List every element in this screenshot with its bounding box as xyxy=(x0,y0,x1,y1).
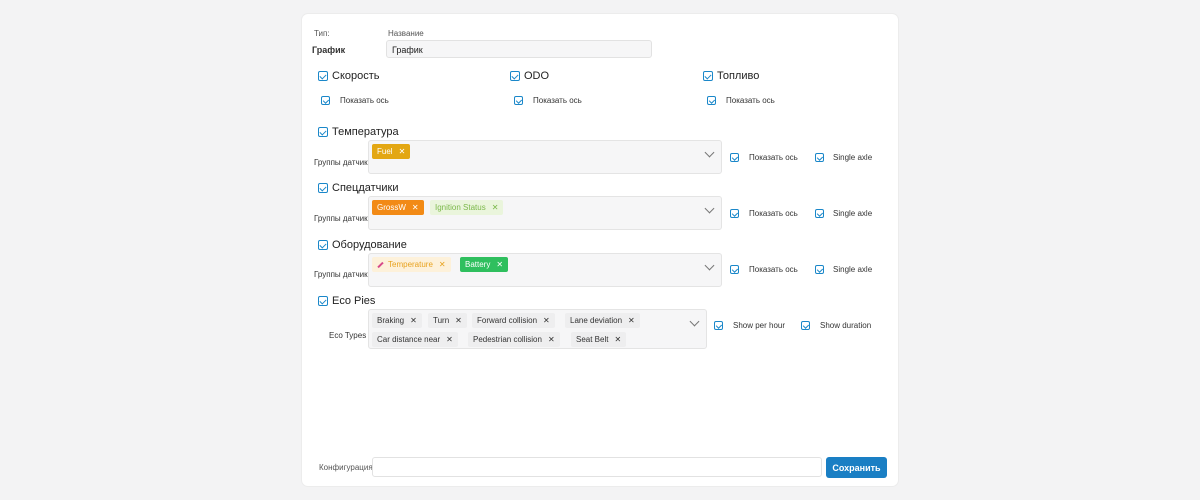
fuel-show-axis-checkbox[interactable] xyxy=(707,96,716,105)
tag-lane-deviation: Lane deviation ✕ xyxy=(565,313,640,328)
type-label: Тип: xyxy=(314,29,330,38)
tag-braking: Braking ✕ xyxy=(372,313,422,328)
temperature-group-label: Температура xyxy=(332,126,399,138)
save-button[interactable]: Сохранить xyxy=(826,457,887,478)
odo-checkbox[interactable] xyxy=(510,71,520,81)
speed-checkbox[interactable] xyxy=(318,71,328,81)
odo-show-axis-checkbox[interactable] xyxy=(514,96,523,105)
name-label: Название xyxy=(388,29,424,38)
equipment-show-axis-label: Показать ось xyxy=(749,265,798,274)
tag-turn: Turn ✕ xyxy=(428,313,467,328)
equipment-single-axle-checkbox[interactable] xyxy=(815,265,824,274)
close-icon[interactable]: ✕ xyxy=(543,316,550,325)
temperature-show-axis-checkbox[interactable] xyxy=(730,153,739,162)
close-icon[interactable]: ✕ xyxy=(446,335,453,344)
special-sensors-label: Спецдатчики xyxy=(332,182,399,194)
temperature-single-axle-checkbox[interactable] xyxy=(815,153,824,162)
chevron-down-icon[interactable] xyxy=(704,260,715,271)
odo-label: ODO xyxy=(524,70,550,82)
speed-show-axis-checkbox[interactable] xyxy=(321,96,330,105)
tag-fuel: Fuel ✕ xyxy=(372,144,411,159)
show-per-hour-label: Show per hour xyxy=(733,321,786,330)
tag-car-distance-near: Car distance near ✕ xyxy=(372,332,458,347)
special-single-axle-label: Single axle xyxy=(833,209,873,218)
eco-pies-checkbox[interactable] xyxy=(318,296,328,306)
equipment-show-axis-checkbox[interactable] xyxy=(730,265,739,274)
odo-show-axis-label: Показать ось xyxy=(533,96,582,105)
show-per-hour-checkbox[interactable] xyxy=(714,321,723,330)
temperature-sensor-groups-select[interactable]: Fuel ✕ xyxy=(368,140,722,174)
close-icon[interactable]: ✕ xyxy=(496,260,503,269)
close-icon[interactable]: ✕ xyxy=(410,316,417,325)
equipment-label: Оборудование xyxy=(332,239,407,251)
temperature-sensor-groups-label: Группы датчиков xyxy=(314,158,370,167)
tag-grossw: GrossW ✕ xyxy=(372,200,424,215)
eco-pies-label: Eco Pies xyxy=(332,295,376,307)
speed-show-axis-label: Показать ось xyxy=(340,96,389,105)
tag-ignition-status: Ignition Status ✕ xyxy=(430,200,504,215)
equipment-sensor-groups-select[interactable]: Temperature ✕ Battery ✕ xyxy=(368,253,722,287)
type-value: График xyxy=(312,45,346,55)
close-icon[interactable]: ✕ xyxy=(548,335,555,344)
show-duration-label: Show duration xyxy=(820,321,872,330)
temperature-single-axle-label: Single axle xyxy=(833,153,873,162)
special-sensor-groups-label: Группы датчиков xyxy=(314,214,370,223)
config-input[interactable] xyxy=(372,457,822,477)
config-label: Конфигурация xyxy=(319,463,373,472)
chevron-down-icon[interactable] xyxy=(704,203,715,214)
pencil-icon xyxy=(377,261,384,269)
special-sensors-checkbox[interactable] xyxy=(318,183,328,193)
tag-battery: Battery ✕ xyxy=(460,257,509,272)
special-single-axle-checkbox[interactable] xyxy=(815,209,824,218)
fuel-checkbox[interactable] xyxy=(703,71,713,81)
temperature-group-checkbox[interactable] xyxy=(318,127,328,137)
fuel-metric-label: Топливо xyxy=(717,70,760,82)
close-icon[interactable]: ✕ xyxy=(455,316,462,325)
tag-forward-collision: Forward collision ✕ xyxy=(472,313,555,328)
equipment-checkbox[interactable] xyxy=(318,240,328,250)
fuel-show-axis-label: Показать ось xyxy=(726,96,775,105)
close-icon[interactable]: ✕ xyxy=(628,316,635,325)
close-icon[interactable]: ✕ xyxy=(399,147,406,156)
close-icon[interactable]: ✕ xyxy=(614,335,621,344)
eco-types-label: Eco Types xyxy=(329,331,367,340)
close-icon[interactable]: ✕ xyxy=(412,203,419,212)
name-input[interactable]: График xyxy=(386,40,652,58)
close-icon[interactable]: ✕ xyxy=(439,260,446,269)
equipment-sensor-groups-label: Группы датчиков xyxy=(314,270,370,279)
tag-seat-belt: Seat Belt ✕ xyxy=(571,332,627,347)
special-show-axis-checkbox[interactable] xyxy=(730,209,739,218)
show-duration-checkbox[interactable] xyxy=(801,321,810,330)
tag-pedestrian-collision: Pedestrian collision ✕ xyxy=(468,332,560,347)
chevron-down-icon[interactable] xyxy=(704,147,715,158)
chart-settings-panel: Тип: График Название График Скорость Пок… xyxy=(302,14,898,486)
eco-types-select[interactable]: Braking ✕ Turn ✕ Forward collision ✕ Lane d… xyxy=(368,309,707,349)
speed-label: Скорость xyxy=(332,70,380,82)
special-show-axis-label: Показать ось xyxy=(749,209,798,218)
close-icon[interactable]: ✕ xyxy=(492,203,499,212)
tag-temperature: Temperature ✕ xyxy=(372,257,451,272)
temperature-show-axis-label: Показать ось xyxy=(749,153,798,162)
equipment-single-axle-label: Single axle xyxy=(833,265,873,274)
chevron-down-icon[interactable] xyxy=(689,316,700,327)
special-sensor-groups-select[interactable]: GrossW ✕ Ignition Status ✕ xyxy=(368,196,722,230)
